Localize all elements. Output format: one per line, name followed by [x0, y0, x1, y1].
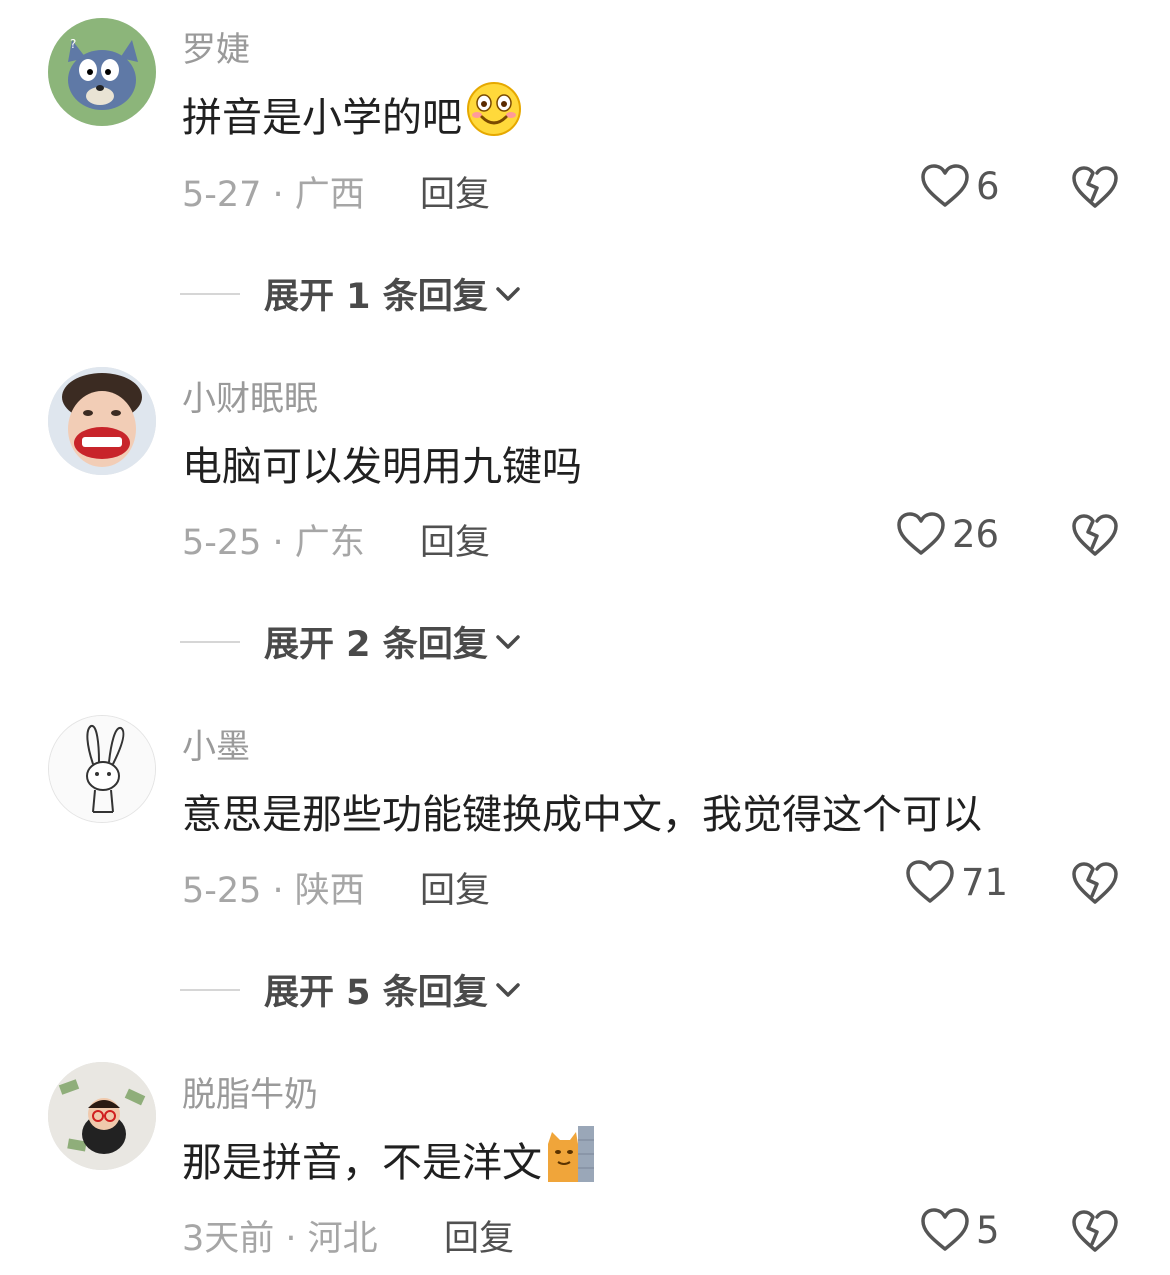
chevron-down-icon — [495, 634, 520, 649]
bunny-sketch-avatar — [49, 716, 155, 822]
avatar[interactable]: ? — [48, 18, 156, 126]
like-button[interactable]: 5 — [920, 1206, 1000, 1254]
like-count: 26 — [952, 512, 1000, 556]
heart-icon — [921, 164, 969, 207]
username[interactable]: 小墨 — [182, 719, 250, 768]
username[interactable]: 罗婕 — [182, 22, 250, 71]
username[interactable]: 小财眠眠 — [182, 371, 318, 420]
heart-icon — [906, 860, 954, 903]
broken-heart-icon — [1072, 862, 1118, 904]
reply-button[interactable]: 回复 — [420, 862, 490, 913]
comment-text: 电脑可以发明用九键吗 — [182, 444, 582, 490]
like-count: 6 — [976, 164, 1000, 208]
avatar[interactable] — [48, 1062, 156, 1170]
divider-line — [180, 988, 240, 991]
expand-replies-label: 展开 1 条回复 — [264, 277, 488, 317]
dislike-button[interactable] — [1071, 860, 1119, 910]
comment-text: 拼音是小学的吧 — [182, 82, 524, 142]
svg-text:?: ? — [70, 37, 76, 51]
broken-heart-icon — [1072, 514, 1118, 556]
reply-button[interactable]: 回复 — [420, 514, 490, 565]
chevron-down-icon — [495, 286, 520, 301]
chevron-down-icon — [495, 982, 520, 997]
child-money-avatar — [48, 1062, 156, 1170]
username[interactable]: 脱脂牛奶 — [182, 1067, 318, 1116]
expand-replies-label: 展开 2 条回复 — [264, 625, 488, 665]
like-button[interactable]: 26 — [896, 510, 999, 558]
avatar[interactable] — [48, 715, 156, 823]
like-button[interactable]: 71 — [905, 858, 1008, 906]
comment-text: 那是拼音，不是洋文 — [182, 1126, 596, 1188]
broken-heart-icon — [1072, 166, 1118, 208]
like-count: 5 — [976, 1208, 1000, 1252]
reply-button[interactable]: 回复 — [420, 166, 490, 217]
like-button[interactable]: 6 — [920, 162, 1000, 210]
expand-replies-button[interactable]: 展开 2 条回复 — [180, 616, 524, 667]
girl-photo-avatar — [48, 367, 156, 475]
expand-replies-button[interactable]: 展开 1 条回复 — [180, 268, 524, 319]
divider-line — [180, 292, 240, 295]
comment-date-location: 5-25 · 陕西 — [182, 871, 365, 911]
divider-line — [180, 640, 240, 643]
reply-button[interactable]: 回复 — [444, 1210, 514, 1261]
cat-peeking-sticker — [544, 1126, 596, 1192]
heart-icon — [897, 512, 945, 555]
comment-date-location: 5-27 · 广西 — [182, 175, 365, 215]
comment-text-body: 拼音是小学的吧 — [182, 95, 462, 141]
dislike-button[interactable] — [1071, 164, 1119, 214]
expand-replies-button[interactable]: 展开 5 条回复 — [180, 964, 524, 1015]
dislike-button[interactable] — [1071, 512, 1119, 562]
cartoon-cat-avatar: ? — [48, 18, 156, 126]
expand-replies-label: 展开 5 条回复 — [264, 973, 488, 1013]
comment-date-location: 3天前 · 河北 — [182, 1219, 378, 1259]
avatar[interactable] — [48, 367, 156, 475]
comment-text: 意思是那些功能键换成中文，我觉得这个可以 — [182, 792, 982, 838]
smiling-face-emoji — [464, 81, 524, 147]
comment-date-location: 5-25 · 广东 — [182, 523, 365, 563]
comment-text-body: 那是拼音，不是洋文 — [182, 1140, 542, 1186]
like-count: 71 — [961, 860, 1009, 904]
dislike-button[interactable] — [1071, 1208, 1119, 1258]
broken-heart-icon — [1072, 1210, 1118, 1252]
heart-icon — [921, 1208, 969, 1251]
